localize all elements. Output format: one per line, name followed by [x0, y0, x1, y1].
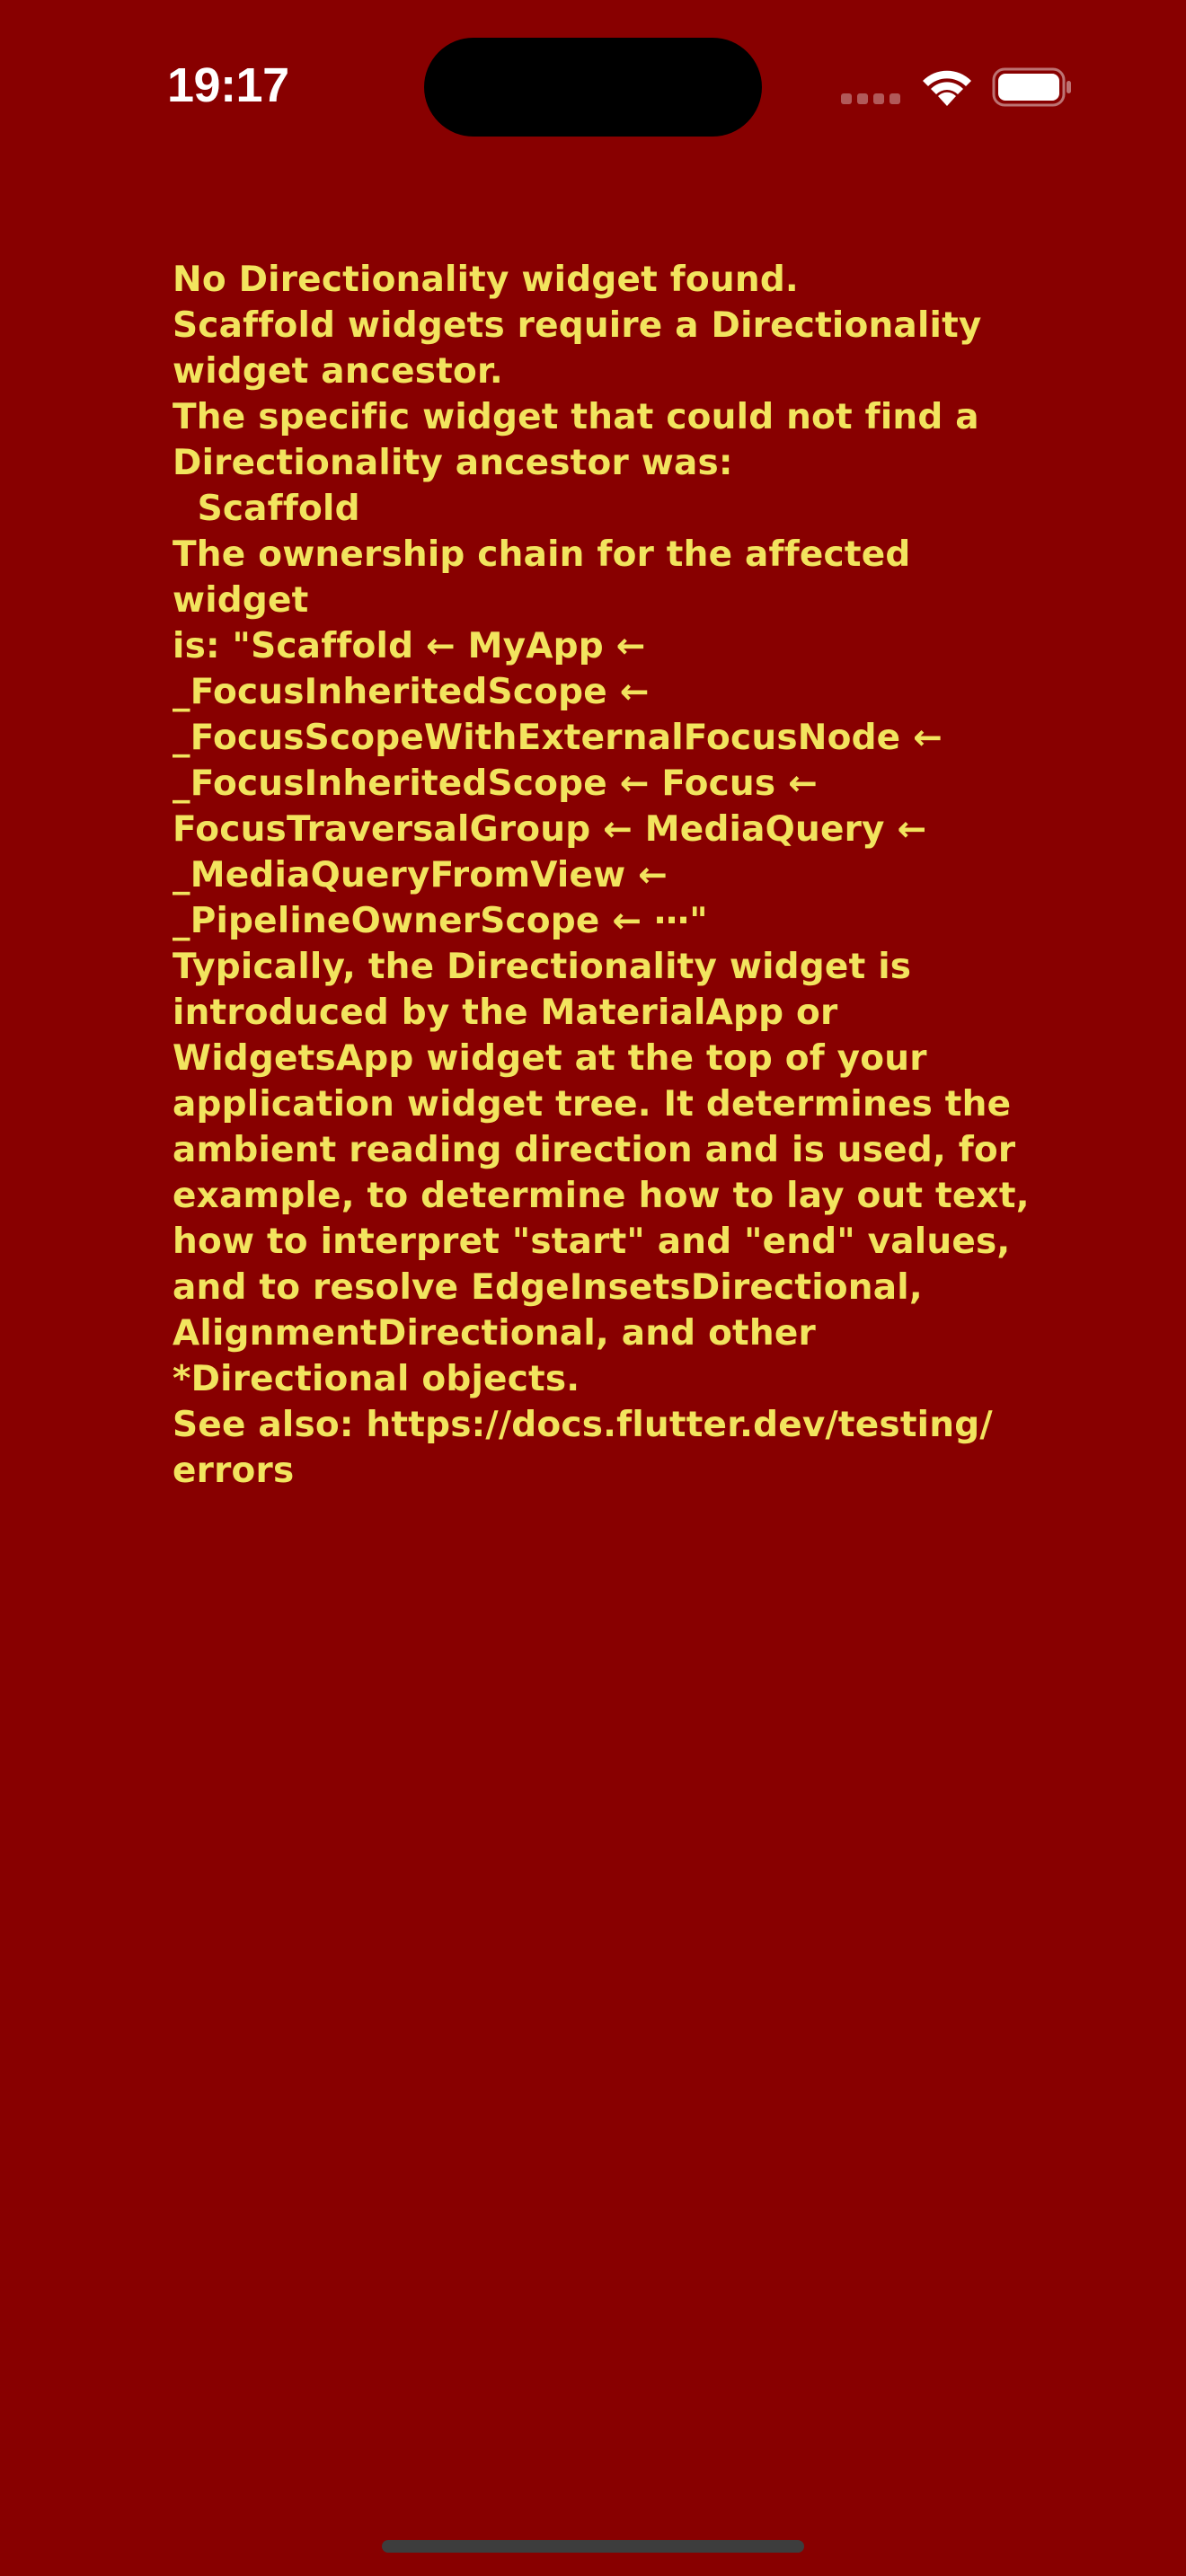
error-line: is: "Scaffold ← MyApp ← [173, 626, 646, 666]
error-line: The specific widget that could not find … [173, 397, 979, 437]
error-line: _FocusInheritedScope ← Focus ← [173, 763, 818, 804]
battery-icon [992, 67, 1071, 107]
status-time: 19:17 [167, 58, 289, 112]
error-line: application widget tree. It determines t… [173, 1084, 1012, 1125]
status-bar: 19:17 [0, 0, 1186, 171]
error-line: Typically, the Directionality widget is [173, 947, 912, 987]
error-line: errors [173, 1451, 295, 1491]
error-line: FocusTraversalGroup ← MediaQuery ← [173, 809, 927, 850]
error-line: introduced by the MaterialApp or [173, 992, 838, 1033]
error-line: _PipelineOwnerScope ← ⋯" [173, 901, 708, 941]
error-line: See also: https://docs.flutter.dev/testi… [173, 1405, 993, 1445]
error-line: widget ancestor. [173, 351, 503, 392]
error-line: *Directional objects. [173, 1359, 580, 1399]
error-message: No Directionality widget found. Scaffold … [173, 257, 1053, 1494]
error-line: example, to determine how to lay out tex… [173, 1176, 1030, 1216]
error-line: how to interpret "start" and "end" value… [173, 1222, 1011, 1262]
error-line: No Directionality widget found. [173, 260, 799, 300]
home-indicator[interactable] [382, 2540, 804, 2553]
error-line: Scaffold widgets require a Directionalit… [173, 305, 982, 346]
error-line: _FocusInheritedScope ← [173, 672, 650, 712]
error-line: AlignmentDirectional, and other [173, 1313, 816, 1354]
error-line: ambient reading direction and is used, f… [173, 1130, 1016, 1170]
dynamic-island [424, 38, 762, 137]
error-line: The ownership chain for the affected wid… [173, 534, 924, 621]
error-line: _FocusScopeWithExternalFocusNode ← [173, 718, 943, 758]
error-line: _MediaQueryFromView ← [173, 855, 668, 895]
cellular-signal-icon [841, 93, 900, 106]
error-line: Directionality ancestor was: [173, 443, 733, 483]
error-line: and to resolve EdgeInsetsDirectional, [173, 1267, 923, 1308]
error-line: Scaffold [173, 489, 360, 529]
error-line: WidgetsApp widget at the top of your [173, 1038, 927, 1079]
wifi-icon [923, 70, 971, 106]
